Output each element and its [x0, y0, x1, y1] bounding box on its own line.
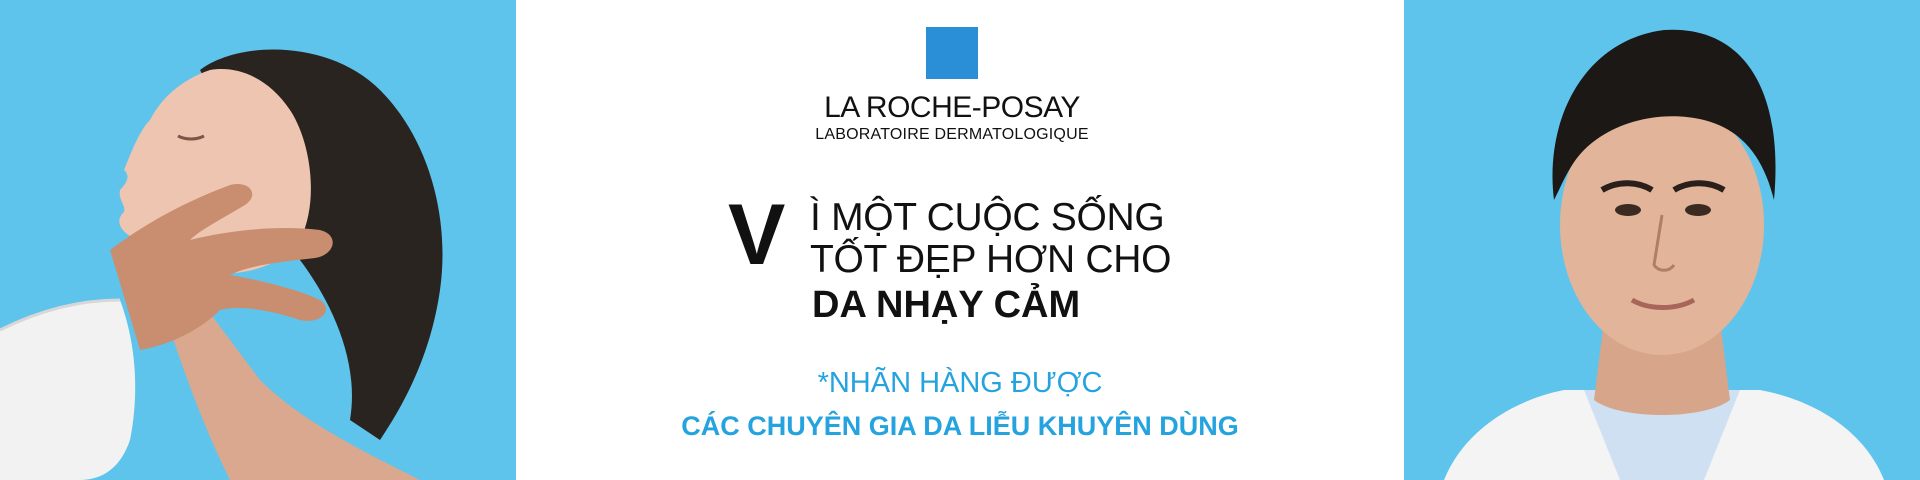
brand-name: LA ROCHE-POSAY — [824, 91, 1080, 124]
brand-logo-square — [926, 27, 978, 79]
claim-line-2: CÁC CHUYÊN GIA DA LIỄU KHUYÊN DÙNG — [681, 411, 1239, 441]
man-portrait-photo — [1444, 29, 1884, 480]
left-photo-panel — [0, 0, 516, 480]
claim-line-1: *NHÃN HÀNG ĐƯỢC — [817, 367, 1103, 399]
woman-profile-photo — [0, 49, 443, 480]
brand-subtitle: LABORATOIRE DERMATOLOGIQUE — [815, 126, 1089, 143]
headline-line-1: Ì MỘT CUỘC SỐNG — [810, 196, 1165, 239]
headline-line-3: DA NHẠY CẢM — [812, 284, 1081, 326]
headline-initial: V — [728, 187, 786, 283]
right-photo-panel — [1404, 0, 1920, 480]
headline-line-2: TỐT ĐẸP HƠN CHO — [810, 238, 1172, 281]
promo-banner: LA ROCHE-POSAY LABORATOIRE DERMATOLOGIQU… — [0, 0, 1920, 480]
center-content: LA ROCHE-POSAY LABORATOIRE DERMATOLOGIQU… — [516, 0, 1404, 480]
